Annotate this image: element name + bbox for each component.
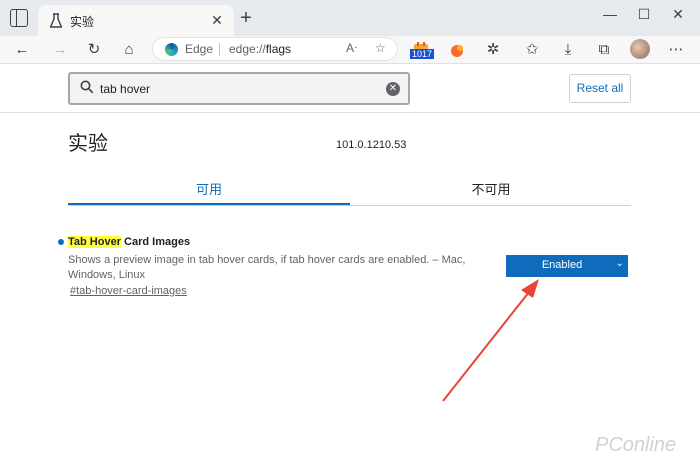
tab-unavailable[interactable]: 不可用	[350, 179, 632, 198]
tab-title: 实验	[70, 15, 95, 29]
reset-all-button[interactable]: Reset all	[569, 74, 631, 103]
home-icon[interactable]: ⌂	[117, 38, 141, 62]
experiment-permalink[interactable]: #tab-hover-card-images	[70, 285, 187, 297]
flask-icon	[49, 13, 63, 28]
tab-available[interactable]: 可用	[68, 179, 350, 198]
refresh-icon[interactable]: ↻	[82, 38, 106, 62]
maximize-icon[interactable]: ☐	[630, 6, 658, 28]
window-close-icon[interactable]: ✕	[664, 6, 692, 28]
edge-logo-icon	[165, 43, 178, 56]
version-number: 101.0.1210.53	[336, 139, 407, 151]
experiment-name: Tab Hover Card Images	[68, 236, 190, 248]
minimize-icon[interactable]: —	[596, 6, 624, 28]
favorite-star-icon[interactable]: ☆	[375, 41, 386, 55]
extension-badge: 1017	[410, 49, 435, 59]
address-toolbar: ← → ↻ ⌂ Edge edge://flags A︎ᐧ ☆ 1017 ✲ ✩…	[0, 36, 700, 64]
address-bar[interactable]: Edge edge://flags A︎ᐧ ☆	[152, 37, 398, 61]
flags-search-strip: tab hover ✕ Reset all	[0, 65, 700, 113]
favorites-icon[interactable]: ✩	[520, 38, 544, 62]
experiment-name-highlight: Tab Hover	[68, 236, 121, 248]
collections-icon[interactable]: ⧉	[592, 38, 616, 62]
omnibox-divider	[219, 43, 220, 56]
close-icon[interactable]: ✕	[208, 11, 226, 29]
search-value: tab hover	[100, 82, 151, 96]
url-text[interactable]: edge://flags	[229, 42, 291, 56]
chevron-down-icon: ⌄	[615, 258, 624, 269]
page-title: 实验	[68, 133, 108, 155]
experiment-description: Shows a preview image in tab hover cards…	[68, 254, 466, 281]
experiment-name-rest: Card Images	[120, 236, 191, 248]
clear-search-icon[interactable]: ✕	[386, 82, 400, 96]
search-input[interactable]: tab hover ✕	[68, 72, 410, 105]
url-path: flags	[265, 42, 292, 56]
more-menu-icon[interactable]: ⋯	[664, 38, 688, 62]
availability-tabs: 可用 不可用	[68, 170, 631, 206]
active-tab-indicator	[68, 203, 350, 205]
experiment-item: Tab Hover Card Images Shows a preview im…	[58, 236, 638, 306]
tab-actions-icon[interactable]	[10, 9, 28, 27]
omnibox-brand: Edge	[185, 42, 214, 56]
new-tab-icon[interactable]: +	[236, 8, 256, 28]
watermark-logo: PConline	[595, 434, 677, 456]
browser-tab[interactable]: 实验 ✕	[38, 5, 234, 36]
url-scheme: edge://	[229, 42, 266, 56]
search-icon	[80, 80, 94, 94]
forward-icon[interactable]: →	[48, 38, 72, 62]
downloads-icon[interactable]: ⤓	[556, 38, 580, 62]
profile-avatar[interactable]	[630, 39, 650, 59]
experiment-state-select[interactable]: Enabled ⌄	[506, 255, 628, 277]
extension-orange-icon[interactable]	[447, 40, 467, 60]
read-aloud-icon[interactable]: A︎ᐧ	[346, 41, 357, 55]
modified-dot-icon	[58, 239, 64, 245]
back-icon[interactable]: ←	[10, 38, 34, 62]
tab-strip: 实验 ✕ + — ☐ ✕	[0, 0, 700, 36]
extensions-puzzle-icon[interactable]: ✲	[481, 38, 505, 62]
experiment-state-value: Enabled	[541, 259, 583, 271]
